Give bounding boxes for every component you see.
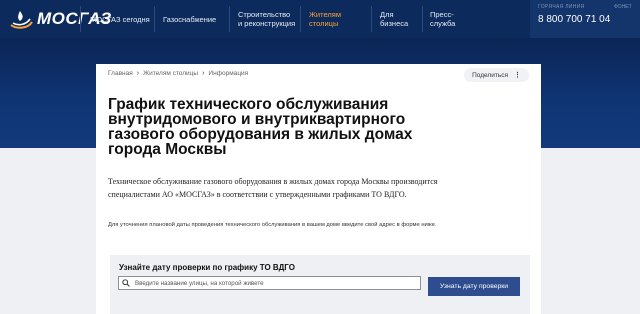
nav-item-residents[interactable]: Жителям столицы xyxy=(309,0,341,38)
nav-item-business[interactable]: Для бизнеса xyxy=(380,0,408,38)
nav-item-press[interactable]: Пресс- служба xyxy=(430,0,455,38)
street-search-input[interactable]: Введите название улицы, на которой живет… xyxy=(118,276,421,290)
breadcrumb-current: Информация xyxy=(208,70,249,77)
check-date-form: Узнайте дату проверки по графику ТО ВДГО… xyxy=(110,255,530,314)
check-date-button[interactable]: Узнать дату проверки xyxy=(428,277,520,296)
lead-text: Техническое обслуживание газового оборуд… xyxy=(108,177,438,199)
nav-divider xyxy=(422,6,423,32)
nav-divider xyxy=(154,6,155,32)
nav-item-construction[interactable]: Строительство и реконструкция xyxy=(238,0,295,38)
nav-divider xyxy=(80,6,81,32)
nav-label: Строительство и реконструкция xyxy=(238,10,296,28)
share-button[interactable]: Поделиться ⋮ xyxy=(464,68,529,82)
nav-divider xyxy=(300,6,301,32)
hotline-phone[interactable]: 8 800 700 71 04 xyxy=(538,14,610,25)
nav-label: МОСГАЗ сегодня xyxy=(90,14,150,24)
share-label: Поделиться xyxy=(472,71,508,79)
page-title: График технического обслуживания внутрид… xyxy=(108,96,413,158)
search-icon xyxy=(119,277,133,289)
nav-label: Газоснабжение xyxy=(163,14,217,24)
nav-label: Жителям столицы xyxy=(309,10,341,28)
nav-item-gas-supply[interactable]: Газоснабжение xyxy=(163,0,216,38)
nav-label: Для бизнеса xyxy=(380,10,409,28)
chevron-right-icon: › xyxy=(136,70,140,77)
nav-divider xyxy=(371,6,372,32)
flame-logo-icon xyxy=(10,11,33,29)
nav-divider xyxy=(229,6,230,32)
breadcrumb-home[interactable]: Главная xyxy=(108,70,133,77)
nav-label: Пресс- служба xyxy=(430,10,456,28)
chevron-right-icon: › xyxy=(202,70,205,77)
breadcrumb-residents[interactable]: Жителям столицы xyxy=(143,70,198,77)
search-placeholder: Введите название улицы, на которой живет… xyxy=(135,279,264,287)
form-title: Узнайте дату проверки по графику ТО ВДГО xyxy=(119,263,295,272)
hotline-box[interactable]: ГОРЯЧАЯ ЛИНИЯ ФОНЕТ 8 800 700 71 04 xyxy=(530,0,640,38)
nav-item-mosgaz-today[interactable]: МОСГАЗ сегодня xyxy=(90,0,150,38)
hotline-label-secondary: ФОНЕТ xyxy=(614,4,632,10)
hotline-label: ГОРЯЧАЯ ЛИНИЯ xyxy=(538,4,585,10)
more-vertical-icon: ⋮ xyxy=(514,72,521,79)
content-card: Главная › Жителям столицы › Информация П… xyxy=(96,64,541,314)
instruction-text: Для уточнения плановой даты проведения т… xyxy=(108,222,437,228)
breadcrumb: Главная › Жителям столицы › Информация xyxy=(108,70,248,77)
